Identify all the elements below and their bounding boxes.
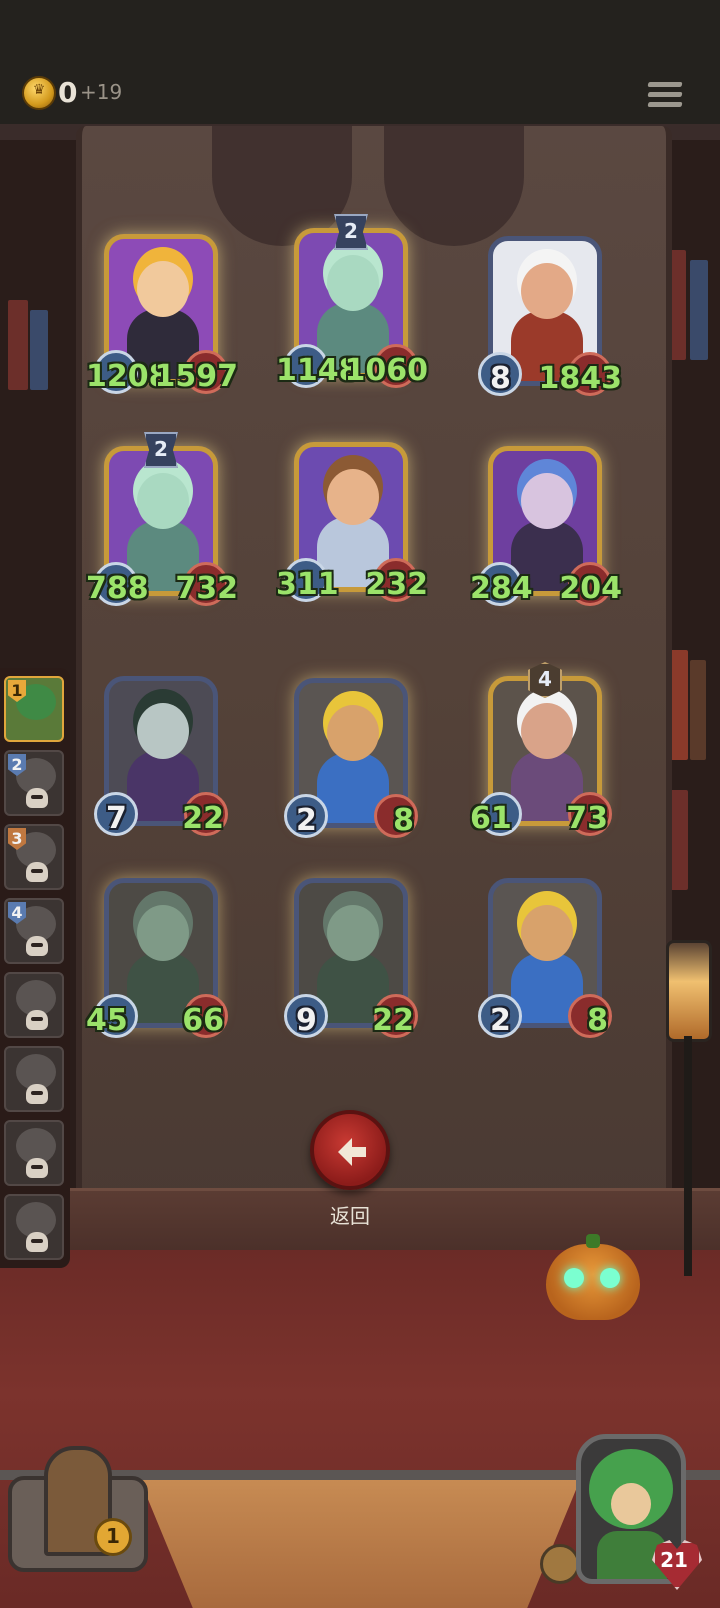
- arrow-left-icon: [338, 1138, 366, 1166]
- pinocchio-card-2[interactable]: 28: [478, 878, 612, 1038]
- card-health: 732: [175, 571, 238, 606]
- card-level-badge: 2: [334, 214, 368, 250]
- hand-slot[interactable]: 1: [4, 676, 64, 742]
- card-health: 22: [182, 801, 224, 836]
- old-warrior-card[interactable]: 8 1843: [478, 236, 622, 396]
- bearded-king-card[interactable]: 311 232: [276, 442, 428, 602]
- card-health: 232: [365, 567, 428, 602]
- horned-demon-card[interactable]: 7 22: [94, 676, 228, 836]
- hand-slot[interactable]: [4, 1120, 64, 1186]
- skull-icon: [26, 1084, 48, 1104]
- old-dwarf-card[interactable]: 61 73 4: [470, 662, 612, 836]
- blonde-swordsman-card[interactable]: 1208 1597: [86, 234, 238, 394]
- swamp-monster-card-2[interactable]: 9 22: [284, 878, 418, 1038]
- back-button-label: 返回: [330, 1204, 370, 1228]
- gold-amount: 0: [58, 76, 78, 109]
- lantern-icon: [666, 940, 712, 1042]
- card-health: 22: [372, 1003, 414, 1038]
- crown-coin-icon: ♛: [22, 76, 56, 110]
- skull-icon: [26, 1232, 48, 1252]
- pumpkin-mascot-icon[interactable]: [546, 1234, 640, 1320]
- hand-slot[interactable]: 3: [4, 824, 64, 890]
- card-attack: 284: [470, 571, 533, 606]
- card-attack: 2: [296, 803, 317, 838]
- chest-count-badge: 1: [94, 1518, 132, 1556]
- blue-hair-elf-card[interactable]: 284 204: [470, 446, 622, 606]
- hand-slot[interactable]: [4, 1194, 64, 1260]
- hero-power-icon[interactable]: [540, 1544, 580, 1584]
- skull-icon: [26, 1010, 48, 1030]
- card-attack: 61: [470, 801, 512, 836]
- gold-income: +19: [80, 80, 123, 104]
- hand-slot[interactable]: [4, 972, 64, 1038]
- rug-pattern: [140, 1480, 580, 1608]
- hand-sidebar: 1 2 3 4: [0, 668, 70, 1268]
- game-stage: ♛ 0 +19 1208 1597 1148 1060 2 8 1843 788 732 2 311…: [0, 0, 720, 1608]
- hand-slot[interactable]: [4, 1046, 64, 1112]
- card-attack: 788: [86, 571, 149, 606]
- top-bar: ♛ 0 +19: [0, 0, 720, 127]
- card-level-badge: 2: [144, 432, 178, 468]
- card-health: 1843: [538, 361, 623, 396]
- menu-icon[interactable]: [647, 82, 683, 116]
- lantern-pole: [684, 1036, 692, 1276]
- treasure-chest-button[interactable]: 1: [8, 1446, 148, 1576]
- card-health: 66: [182, 1003, 224, 1038]
- card-health: 8: [393, 803, 414, 838]
- hand-slot[interactable]: 2: [4, 750, 64, 816]
- swamp-monster-card[interactable]: 45 66: [86, 878, 228, 1038]
- card-attack: 8: [490, 361, 511, 396]
- card-attack: 7: [106, 801, 127, 836]
- skull-icon: [26, 862, 48, 882]
- skull-icon: [26, 936, 48, 956]
- card-health: 8: [587, 1003, 608, 1038]
- card-health: 1597: [154, 359, 239, 394]
- card-attack: 9: [296, 1003, 317, 1038]
- back-button[interactable]: [310, 1110, 390, 1190]
- card-attack: 311: [276, 567, 339, 602]
- card-health: 1060: [344, 353, 429, 388]
- hand-slot[interactable]: 4: [4, 898, 64, 964]
- card-attack: 2: [490, 1003, 511, 1038]
- card-attack: 45: [86, 1003, 128, 1038]
- ghost-horse-card-2[interactable]: 788 732 2: [86, 432, 238, 606]
- skull-icon: [26, 788, 48, 808]
- pinocchio-card[interactable]: 28: [284, 678, 418, 838]
- hero-health: 21: [660, 1548, 688, 1572]
- card-health: 73: [566, 801, 608, 836]
- ghost-horse-card[interactable]: 1148 1060 2: [276, 214, 428, 388]
- card-health: 204: [559, 571, 622, 606]
- skull-icon: [26, 1158, 48, 1178]
